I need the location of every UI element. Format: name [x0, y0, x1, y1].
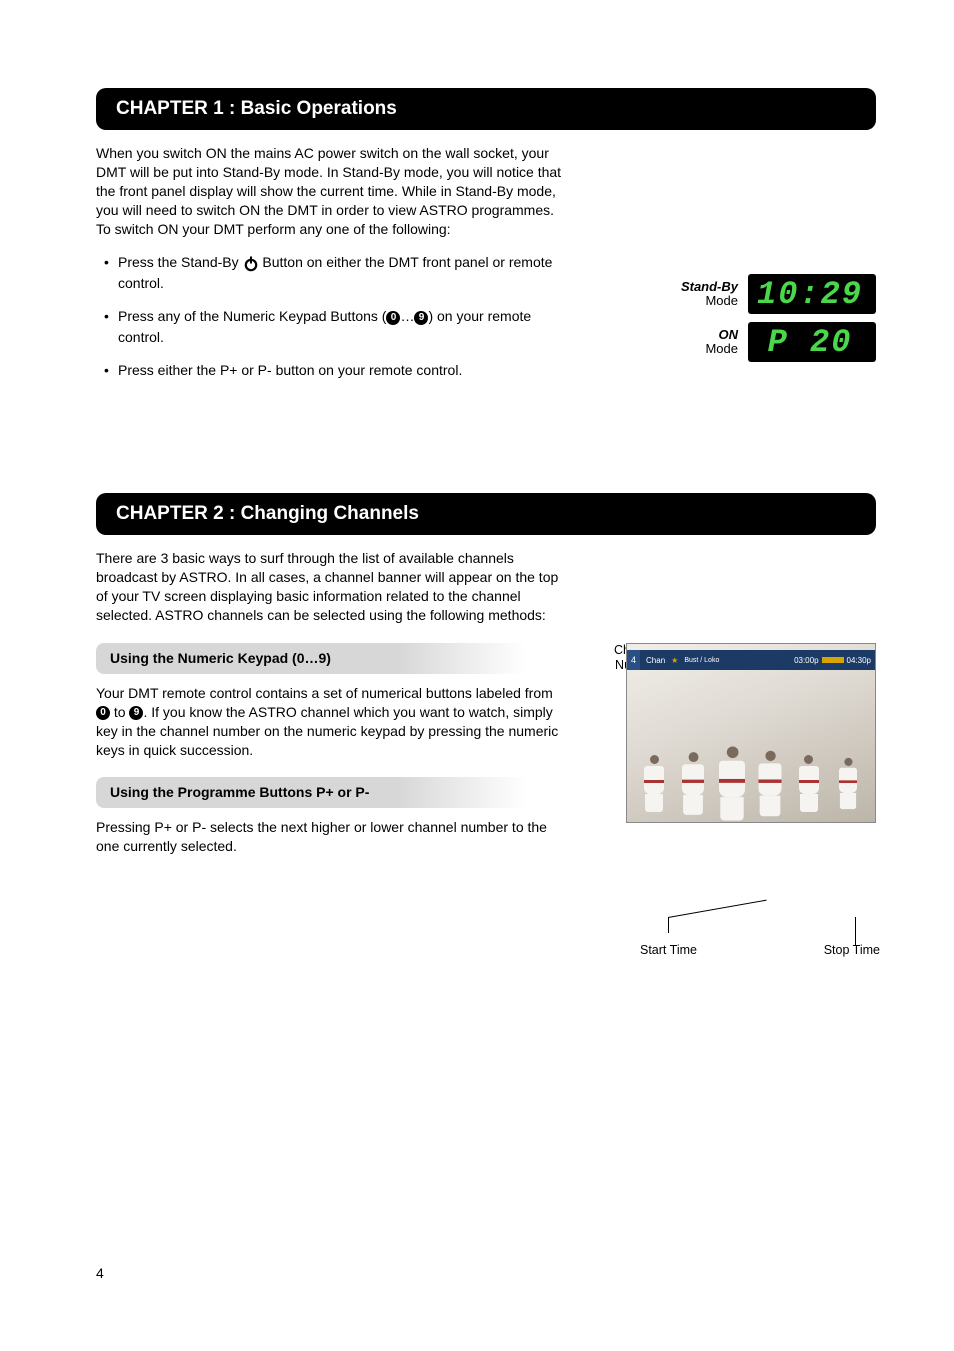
chapter1-intro: When you switch ON the mains AC power sw…	[96, 144, 566, 238]
ann-stop-time: Stop Time	[824, 943, 880, 957]
ann-start-time: Start Time	[640, 943, 697, 957]
sub2-body: Pressing P+ or P- selects the next highe…	[96, 818, 566, 856]
chapter1-bullet-1: Press the Stand-By Button on either the …	[96, 252, 566, 294]
sub1-bar: Using the Numeric Keypad (0…9)	[96, 643, 526, 674]
elapsed-bar-icon	[822, 657, 844, 663]
tv-banner: 4 Chan ★ Bust / Loko 03:00p 04:30p	[627, 650, 875, 670]
tv-content-image	[627, 670, 875, 822]
chapter2-intro: There are 3 basic ways to surf through t…	[96, 549, 566, 625]
banner-ch-name: Chan	[640, 656, 671, 665]
banner-start: 03:00p	[794, 656, 818, 665]
standby-display: 10:29	[748, 274, 876, 314]
page-number: 4	[96, 1265, 104, 1281]
chapter1-title-bar: CHAPTER 1 : Basic Operations	[96, 88, 876, 130]
display-panel: Stand-By Mode 10:29 ON Mode P 20	[626, 274, 876, 370]
on-display: P 20	[748, 322, 876, 362]
chapter1-title: CHAPTER 1 : Basic Operations	[116, 98, 397, 119]
tv-diagram: ChannelNumber CurrentProgramme Short Cha…	[626, 643, 876, 823]
banner-stop: 04:30p	[847, 656, 871, 665]
chapter2-title: CHAPTER 2 : Changing Channels	[116, 503, 419, 524]
sub1-title: Using the Numeric Keypad (0…9)	[110, 650, 331, 666]
num0-icon-b: 0	[96, 706, 110, 720]
banner-ch-num: 4	[627, 650, 640, 670]
chapter1-bullet-2: Press any of the Numeric Keypad Buttons …	[96, 306, 566, 348]
standby-icon	[243, 256, 259, 272]
standby-mode-label: Stand-By Mode	[681, 280, 738, 309]
sub1-body: Your DMT remote control contains a set o…	[96, 684, 566, 760]
num9-icon: 9	[414, 311, 428, 325]
chapter2-title-bar: CHAPTER 2 : Changing Channels	[96, 493, 876, 535]
num0-icon: 0	[386, 311, 400, 325]
sub2-bar: Using the Programme Buttons P+ or P-	[96, 777, 526, 808]
tv-screen: 4 Chan ★ Bust / Loko 03:00p 04:30p	[626, 643, 876, 823]
sub2-title: Using the Programme Buttons P+ or P-	[110, 784, 369, 800]
on-mode-label: ON Mode	[705, 328, 738, 357]
banner-prog: Bust / Loko	[678, 657, 725, 664]
chapter1-bullet-3: Press either the P+ or P- button on your…	[96, 360, 566, 381]
chapter1-bullets: Press the Stand-By Button on either the …	[96, 252, 566, 381]
num9-icon-b: 9	[129, 706, 143, 720]
